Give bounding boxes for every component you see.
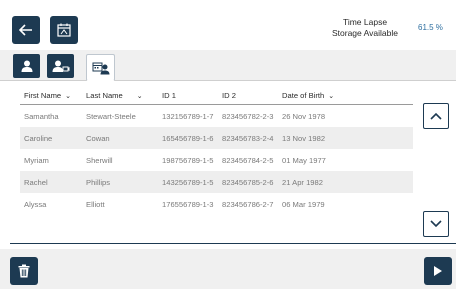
storage-label: Time Lapse Storage Available: [322, 17, 408, 39]
table-row[interactable]: Myriam Sherwill 198756789-1-5 823456784-…: [20, 149, 413, 171]
cell-id2: 823456784-2-5: [222, 155, 274, 165]
table-row[interactable]: Caroline Cowan 165456789-1-6 823456783-2…: [20, 127, 413, 149]
table-row[interactable]: Rachel Phillips 143256789-1-5 823456785-…: [20, 171, 413, 193]
cell-first-name: Caroline: [20, 127, 82, 149]
next-button[interactable]: [424, 257, 452, 285]
cell-id1: 143256789-1-5: [158, 171, 218, 193]
column-id2[interactable]: ID 2: [218, 87, 278, 105]
cell-last-name: Phillips: [82, 171, 158, 193]
tab-patient-camera[interactable]: [47, 54, 74, 78]
cell-first-name: Alyssa: [24, 199, 47, 209]
storage-title: Time Lapse: [342, 17, 388, 27]
user-calendar-icon: [92, 62, 109, 74]
column-first-name[interactable]: First Name ⌄: [20, 87, 82, 105]
cell-id2: 823456783-2-4: [218, 127, 278, 149]
cell-last-name: Elliott: [86, 199, 105, 209]
scroll-down-button[interactable]: [423, 211, 449, 237]
chevron-down-icon: ⌄: [65, 93, 72, 100]
user-camera-icon: [52, 60, 69, 72]
calendar-button[interactable]: [50, 16, 78, 44]
patient-list-panel: First Name ⌄ Last Name ⌄ ID 1 ID 2 Date of…: [0, 81, 456, 244]
column-date-of-birth[interactable]: Date of Birth ⌄: [278, 87, 413, 105]
cell-date-of-birth: 21 Apr 1982: [278, 171, 413, 193]
chevron-down-icon: ⌄: [328, 93, 335, 100]
footer-bar: [0, 249, 456, 289]
cell-date-of-birth: 06 Mar 1979: [282, 199, 325, 209]
cell-id1: 165456789-1-6: [158, 127, 218, 149]
cell-id2: 823456782-2-3: [222, 111, 274, 121]
cell-date-of-birth: 13 Nov 1982: [278, 127, 413, 149]
cell-id1: 198756789-1-5: [162, 155, 214, 165]
tab-bar: [0, 50, 456, 81]
user-icon: [21, 60, 32, 72]
cell-id2: 823456786-2-7: [222, 199, 274, 209]
storage-value: 61.5 %: [418, 23, 443, 32]
table-row[interactable]: Alyssa Elliott 176556789-1-3 823456786-2…: [20, 193, 413, 215]
cell-first-name: Myriam: [24, 155, 49, 165]
chevron-down-icon: ⌄: [136, 93, 143, 100]
column-id1[interactable]: ID 1: [158, 87, 218, 105]
scroll-up-button[interactable]: [423, 103, 449, 129]
cell-first-name: Rachel: [20, 171, 82, 193]
chevron-down-icon: [430, 220, 442, 228]
cell-last-name: Stewart-Steele: [86, 111, 136, 121]
arrow-left-icon: [19, 24, 32, 36]
top-bar: Time Lapse Storage Available 61.5 %: [0, 0, 456, 50]
tab-patient-schedule[interactable]: [86, 54, 115, 81]
tab-patient[interactable]: [13, 54, 40, 78]
column-last-name[interactable]: Last Name ⌄: [82, 87, 158, 105]
calendar-icon: [57, 23, 71, 37]
chevron-up-icon: [430, 112, 442, 120]
trash-icon: [18, 264, 30, 278]
divider: [10, 243, 456, 244]
patient-table: First Name ⌄ Last Name ⌄ ID 1 ID 2 Date of…: [20, 87, 413, 215]
storage-subtitle: Storage Available: [331, 28, 398, 38]
table-header-row: First Name ⌄ Last Name ⌄ ID 1 ID 2 Date of…: [20, 87, 413, 105]
cell-id1: 132156789-1-7: [162, 111, 214, 121]
delete-button[interactable]: [10, 257, 38, 285]
cell-id1: 176556789-1-3: [162, 199, 214, 209]
play-icon: [434, 266, 442, 276]
cell-last-name: Sherwill: [86, 155, 113, 165]
cell-first-name: Samantha: [24, 111, 59, 121]
cell-id2: 823456785-2-6: [218, 171, 278, 193]
back-button[interactable]: [12, 16, 40, 44]
cell-date-of-birth: 26 Nov 1978: [282, 111, 326, 121]
table-row[interactable]: Samantha Stewart-Steele 132156789-1-7 82…: [20, 105, 413, 128]
cell-date-of-birth: 01 May 1977: [282, 155, 326, 165]
cell-last-name: Cowan: [82, 127, 158, 149]
